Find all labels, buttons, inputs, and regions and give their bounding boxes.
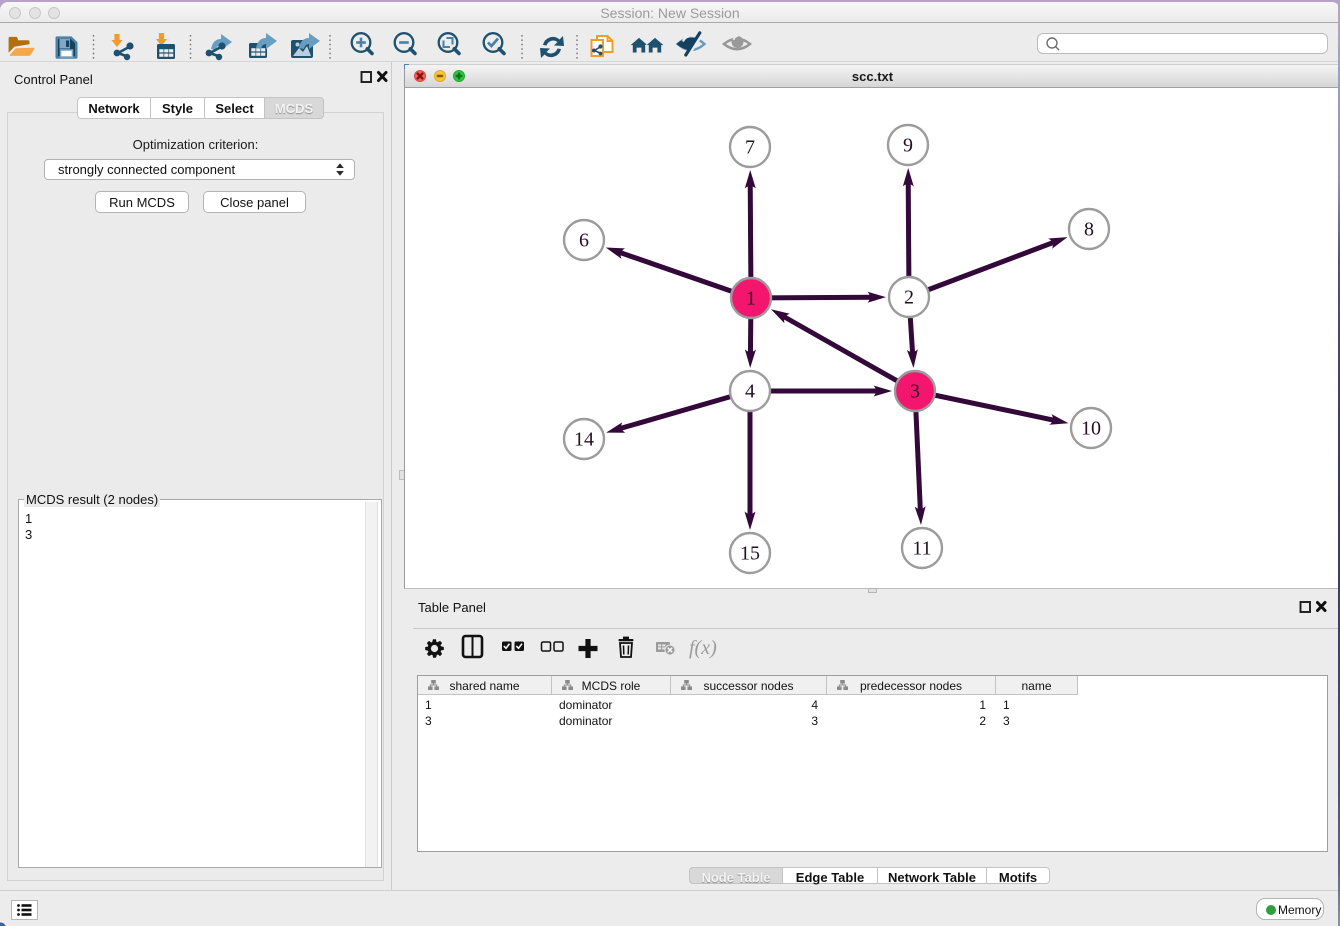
svg-text:15: 15 (740, 543, 760, 565)
svg-text:8: 8 (1084, 219, 1094, 241)
svg-text:11: 11 (912, 538, 931, 560)
svg-text:1: 1 (746, 288, 756, 310)
svg-text:4: 4 (745, 381, 755, 403)
svg-text:9: 9 (903, 135, 913, 157)
svg-text:10: 10 (1081, 418, 1101, 440)
svg-text:6: 6 (579, 230, 589, 252)
svg-text:14: 14 (574, 429, 594, 451)
svg-text:3: 3 (910, 381, 920, 403)
svg-text:2: 2 (904, 287, 914, 309)
svg-text:7: 7 (745, 137, 755, 159)
svg-text:f(x): f(x) (689, 637, 717, 659)
